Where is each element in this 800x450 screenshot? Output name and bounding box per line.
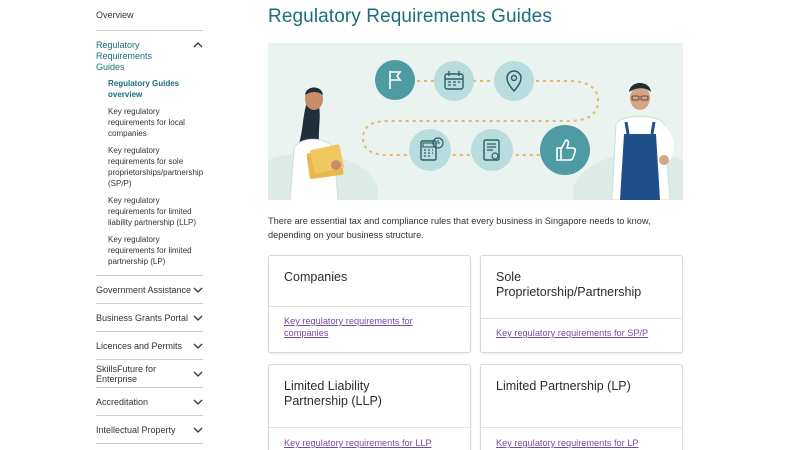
- sidebar-subitem-sole-proprietorships[interactable]: Key regulatory requirements for sole pro…: [96, 145, 203, 189]
- woman-illustration: [278, 81, 358, 200]
- sidebar-item-label: Licences and Permits: [96, 340, 183, 351]
- chevron-down-icon[interactable]: [193, 285, 203, 295]
- sidebar-group-regulatory: Regulatory Requirements Guides Regulator…: [96, 31, 203, 276]
- card-divider: [481, 427, 682, 428]
- sidebar-item-label: Regulatory Requirements Guides: [96, 40, 153, 72]
- card-sole-proprietorship: Sole Proprietorship/Partnership Key regu…: [480, 255, 683, 353]
- chevron-up-icon[interactable]: [193, 40, 203, 50]
- document-icon: [471, 129, 513, 171]
- card-divider: [269, 427, 470, 428]
- sidebar-item-licences-and-permits[interactable]: Licences and Permits: [96, 332, 203, 360]
- card-divider: [481, 318, 682, 319]
- man-illustration: [598, 78, 683, 200]
- chevron-down-icon[interactable]: [193, 425, 203, 435]
- card-link-lp[interactable]: Key regulatory requirements for LP: [496, 437, 676, 449]
- sidebar-item-government-assistance[interactable]: Government Assistance: [96, 276, 203, 304]
- sidebar-item-label: SkillsFuture for Enterprise: [96, 363, 157, 384]
- sidebar-item-overview[interactable]: Overview: [96, 0, 203, 31]
- card-divider: [269, 306, 470, 307]
- sidebar-item-accreditation[interactable]: Accreditation: [96, 388, 203, 416]
- card-title: Limited Partnership (LP): [496, 379, 631, 393]
- card-link-llp[interactable]: Key regulatory requirements for LLP: [284, 437, 464, 449]
- sidebar-nav: Overview Regulatory Requirements Guides …: [96, 0, 203, 444]
- sidebar-item-label: Overview: [96, 10, 134, 20]
- intro-text: There are essential tax and compliance r…: [268, 216, 651, 240]
- sidebar-item-regulatory-requirements-guides[interactable]: Regulatory Requirements Guides: [96, 33, 203, 78]
- card-llp: Limited Liability Partnership (LLP) Key …: [268, 364, 471, 450]
- sidebar-subitem-llp[interactable]: Key regulatory requirements for limited …: [96, 195, 203, 228]
- sidebar-item-label: Accreditation: [96, 396, 149, 407]
- sidebar-item-label: Business Grants Portal: [96, 312, 189, 323]
- card-link-spp[interactable]: Key regulatory requirements for SP/P: [496, 327, 676, 339]
- sidebar-subitem-lp[interactable]: Key regulatory requirements for limited …: [96, 234, 203, 267]
- card-title: Companies: [284, 270, 348, 284]
- flag-icon: [375, 60, 415, 100]
- calendar-icon: [434, 61, 474, 101]
- sidebar-item-business-grants-portal[interactable]: Business Grants Portal: [96, 304, 203, 332]
- sidebar-item-skillsfuture[interactable]: SkillsFuture for Enterprise: [96, 360, 203, 388]
- chevron-down-icon[interactable]: [193, 397, 203, 407]
- thumbs-up-icon: [540, 125, 590, 175]
- hero-illustration: [268, 43, 683, 200]
- card-companies: Companies Key regulatory requirements fo…: [268, 255, 471, 353]
- card-title: Limited Liability Partnership (LLP): [284, 379, 382, 408]
- card-lp: Limited Partnership (LP) Key regulatory …: [480, 364, 683, 450]
- location-pin-icon: [494, 61, 534, 101]
- sidebar-item-label: Government Assistance: [96, 284, 192, 295]
- page-title: Regulatory Requirements Guides: [268, 6, 552, 27]
- card-link-companies[interactable]: Key regulatory requirements for companie…: [284, 315, 434, 339]
- chevron-down-icon[interactable]: [193, 341, 203, 351]
- sidebar-subitem-guides-overview[interactable]: Regulatory Guides overview: [96, 78, 203, 100]
- card-title: Sole Proprietorship/Partnership: [496, 270, 642, 299]
- sidebar-item-intellectual-property[interactable]: Intellectual Property: [96, 416, 203, 444]
- chevron-down-icon[interactable]: [193, 369, 203, 379]
- chevron-down-icon[interactable]: [193, 313, 203, 323]
- sidebar-item-label: Intellectual Property: [96, 424, 176, 435]
- sidebar-subitem-local-companies[interactable]: Key regulatory requirements for local co…: [96, 106, 203, 139]
- calculator-icon: [409, 129, 451, 171]
